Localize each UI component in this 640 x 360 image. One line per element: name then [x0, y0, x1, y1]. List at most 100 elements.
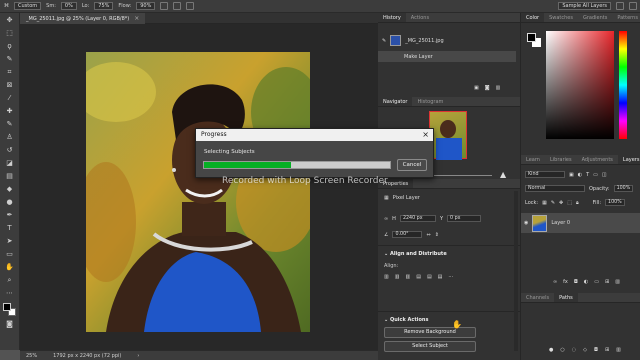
- align-distribute-header[interactable]: ⌄ Align and Distribute: [384, 251, 447, 257]
- trash-icon[interactable]: ▥: [496, 85, 501, 91]
- symmetry-icon[interactable]: [629, 2, 637, 10]
- delete-path-icon[interactable]: ▥: [616, 347, 621, 353]
- crop-tool-icon[interactable]: ⌗: [5, 67, 15, 77]
- remove-background-button[interactable]: Remove Background: [384, 327, 476, 338]
- color-field[interactable]: [546, 31, 614, 139]
- flow-field[interactable]: 90%: [136, 2, 156, 10]
- tab-adjustments[interactable]: Adjustments: [577, 155, 618, 164]
- rectangle-tool-icon[interactable]: ▭: [5, 249, 15, 259]
- color-swatches[interactable]: [2, 303, 17, 316]
- align-middle-icon[interactable]: ▤: [427, 274, 432, 280]
- canvas-area[interactable]: [20, 24, 378, 350]
- layer-row[interactable]: ◉ Layer 0: [521, 213, 640, 233]
- navigator-thumbnail[interactable]: [429, 111, 467, 160]
- align-left-icon[interactable]: ▥: [384, 274, 389, 280]
- zoom-level[interactable]: 25%: [26, 353, 37, 359]
- color-fg-bg-swatch[interactable]: [527, 33, 541, 47]
- type-tool-icon[interactable]: T: [5, 223, 15, 233]
- make-work-path-icon[interactable]: ◇: [583, 347, 587, 353]
- lasso-tool-icon[interactable]: ϙ: [5, 41, 15, 51]
- new-path-icon[interactable]: ⊞: [605, 347, 609, 353]
- lo-field[interactable]: 75%: [94, 2, 114, 10]
- tab-histogram[interactable]: Histogram: [412, 97, 448, 106]
- fill-path-icon[interactable]: ●: [549, 347, 553, 353]
- kind-filter-dropdown[interactable]: Kind: [525, 171, 565, 178]
- filter-smart-icon[interactable]: ◫: [602, 172, 607, 178]
- pressure-icon[interactable]: [616, 2, 624, 10]
- quick-actions-header[interactable]: ⌄ Quick Actions: [384, 317, 428, 323]
- smoothing-icon[interactable]: [173, 2, 182, 10]
- healing-brush-tool-icon[interactable]: ✚: [5, 106, 15, 116]
- marquee-tool-icon[interactable]: ⬚: [5, 28, 15, 38]
- tab-layers[interactable]: Layers: [617, 155, 640, 164]
- align-right-icon[interactable]: ▥: [405, 274, 410, 280]
- color-foreground[interactable]: [527, 33, 536, 42]
- lock-artboard-icon[interactable]: ⬚: [567, 200, 572, 206]
- sample-dropdown[interactable]: Sample All Layers: [558, 2, 611, 10]
- blur-tool-icon[interactable]: ◆: [5, 184, 15, 194]
- new-layer-icon[interactable]: ⊞: [605, 279, 609, 285]
- delete-layer-icon[interactable]: ▥: [615, 279, 620, 285]
- blend-mode-dropdown[interactable]: Normal: [525, 185, 585, 192]
- tab-actions[interactable]: Actions: [406, 13, 434, 22]
- add-mask-icon[interactable]: ◘: [574, 279, 578, 285]
- filter-type-icon[interactable]: T: [586, 172, 589, 178]
- frame-tool-icon[interactable]: ⊠: [5, 80, 15, 90]
- gradient-tool-icon[interactable]: ▤: [5, 171, 15, 181]
- more-options-icon[interactable]: ⋯: [448, 274, 453, 280]
- brush-preset-icon[interactable]: ⌘: [4, 3, 9, 9]
- tab-navigator[interactable]: Navigator: [378, 97, 413, 106]
- hand-tool-icon[interactable]: ✋: [5, 262, 15, 272]
- tab-swatches[interactable]: Swatches: [544, 13, 578, 22]
- hue-slider[interactable]: [619, 31, 627, 139]
- tab-history[interactable]: History: [378, 13, 406, 22]
- tab-learn[interactable]: Learn: [521, 155, 545, 164]
- foreground-color-swatch[interactable]: [2, 303, 11, 311]
- flip-horizontal-icon[interactable]: ⇔: [426, 232, 430, 238]
- clone-stamp-tool-icon[interactable]: ♙: [5, 132, 15, 142]
- airbrush-toggle-icon[interactable]: [160, 2, 169, 10]
- eraser-tool-icon[interactable]: ◪: [5, 158, 15, 168]
- new-document-icon[interactable]: ▣: [474, 85, 479, 91]
- load-selection-icon[interactable]: ◌: [572, 347, 576, 353]
- photo-canvas[interactable]: [86, 52, 310, 332]
- brush-tool-icon[interactable]: ✎: [5, 119, 15, 129]
- edit-toolbar-icon[interactable]: ⋯: [5, 288, 15, 298]
- fill-field[interactable]: 100%: [605, 199, 625, 206]
- tab-color[interactable]: Color: [521, 13, 545, 22]
- fx-icon[interactable]: fx: [563, 279, 568, 285]
- lock-pixels-icon[interactable]: ▦: [542, 200, 547, 206]
- cancel-button[interactable]: Cancel: [397, 159, 427, 171]
- lock-move-icon[interactable]: ✥: [559, 200, 563, 206]
- link-icon[interactable]: ∞: [384, 216, 388, 222]
- settings-gear-icon[interactable]: [186, 2, 195, 10]
- history-snapshot[interactable]: ✎ _MG_25011.jpg: [382, 35, 444, 46]
- layer-name[interactable]: Layer 0: [551, 220, 570, 226]
- filter-shape-icon[interactable]: ▭: [593, 172, 598, 178]
- eyedropper-tool-icon[interactable]: ⁄: [5, 93, 15, 103]
- move-tool-icon[interactable]: ✥: [5, 15, 15, 25]
- chevron-down-icon[interactable]: ⌄: [384, 251, 388, 257]
- lock-all-icon[interactable]: 🔒︎: [576, 200, 579, 206]
- flip-vertical-icon[interactable]: ⇕: [435, 232, 439, 238]
- filter-adjust-icon[interactable]: ◐: [578, 172, 582, 178]
- document-tab[interactable]: _MG_25011.jpg @ 25% (Layer 0, RGB/8*) ×: [20, 13, 146, 24]
- tab-gradients[interactable]: Gradients: [578, 13, 612, 22]
- stroke-path-icon[interactable]: ○: [560, 347, 564, 353]
- size-field[interactable]: 0%: [60, 2, 77, 10]
- tab-channels[interactable]: Channels: [521, 293, 554, 302]
- align-center-icon[interactable]: ▥: [395, 274, 400, 280]
- link-layers-icon[interactable]: ∞: [553, 279, 557, 285]
- angle-field[interactable]: 0.00°: [392, 231, 423, 238]
- zoom-tool-icon[interactable]: ⌕: [5, 275, 15, 285]
- add-mask-icon[interactable]: ◘: [594, 347, 598, 353]
- chevron-down-icon[interactable]: ⌄: [384, 317, 388, 323]
- zoom-in-icon[interactable]: ▲: [500, 170, 506, 179]
- y-field[interactable]: 0 px: [447, 215, 481, 222]
- tab-libraries[interactable]: Libraries: [545, 155, 577, 164]
- properties-scrollbar[interactable]: [514, 191, 518, 351]
- pen-tool-icon[interactable]: ✒: [5, 210, 15, 220]
- opacity-field[interactable]: 100%: [613, 185, 634, 192]
- history-item[interactable]: Make Layer: [378, 51, 516, 62]
- filter-image-icon[interactable]: ▣: [569, 172, 574, 178]
